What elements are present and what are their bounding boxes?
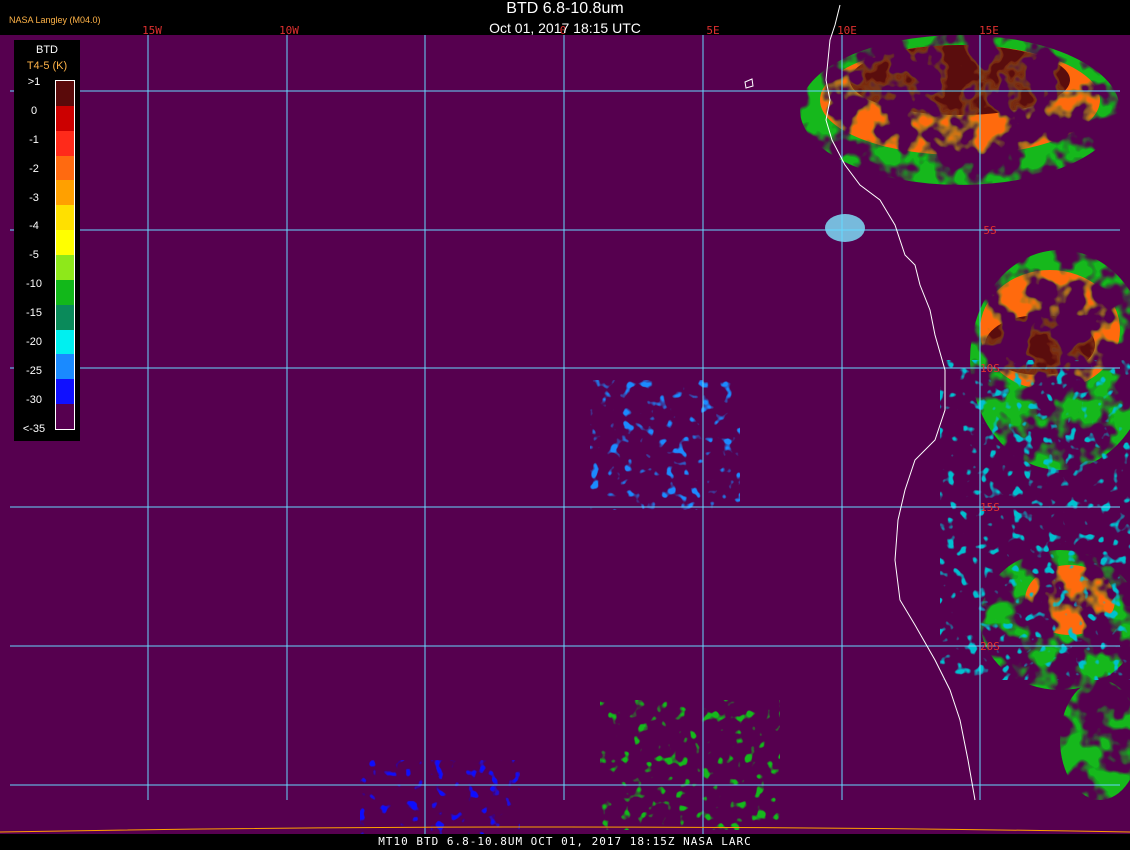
legend-tick: -3 — [29, 192, 39, 204]
legend-swatch — [56, 354, 74, 380]
lat-label-15s: 15S — [980, 501, 1000, 514]
legend-swatch — [56, 279, 74, 305]
legend-swatch — [56, 230, 74, 256]
legend-swatch — [56, 180, 74, 206]
legend-tick: -5 — [29, 249, 39, 261]
lat-label-10s: 10S — [980, 362, 1000, 375]
legend-swatch — [56, 205, 74, 231]
legend-swatch — [56, 379, 74, 405]
legend-tick: -2 — [29, 163, 39, 175]
satellite-map: 15W 10W 0 5E 10E 15E 5S 10S 15S 20S — [0, 4, 1130, 835]
lat-label-20s: 20S — [980, 640, 1000, 653]
legend-swatch — [56, 329, 74, 355]
legend-tick: <-35 — [22, 423, 46, 435]
legend-tick: >1 — [27, 76, 41, 88]
lat-label-5s: 5S — [983, 224, 996, 237]
legend-tick: -20 — [26, 336, 42, 348]
color-legend: BTD T4-5 (K) >1 0 -1 -2 -3 -4 -5 -10 -15… — [14, 40, 80, 441]
legend-swatch — [56, 304, 74, 330]
legend-tick: -4 — [29, 220, 39, 232]
provider-label: NASA Langley (M04.0) — [9, 15, 101, 25]
legend-tick: -15 — [26, 307, 42, 319]
image-datetime: Oct 01, 2017 18:15 UTC — [489, 20, 641, 36]
legend-tick: -30 — [26, 394, 42, 406]
legend-swatch — [56, 404, 74, 430]
legend-swatch — [56, 255, 74, 280]
legend-units: T4-5 (K) — [26, 60, 68, 72]
legend-swatch — [56, 105, 74, 131]
legend-tick: -10 — [26, 278, 42, 290]
image-title: BTD 6.8-10.8um — [506, 0, 624, 17]
legend-swatch — [56, 130, 74, 156]
legend-title: BTD — [36, 44, 58, 56]
legend-tick: -1 — [29, 134, 39, 146]
legend-tick: 0 — [30, 105, 38, 117]
legend-color-bar — [55, 80, 75, 430]
legend-swatch — [56, 155, 74, 181]
legend-tick: -25 — [26, 365, 42, 377]
legend-swatch — [56, 81, 74, 106]
footer-caption: MT10 BTD 6.8-10.8UM OCT 01, 2017 18:15Z … — [0, 834, 1130, 850]
